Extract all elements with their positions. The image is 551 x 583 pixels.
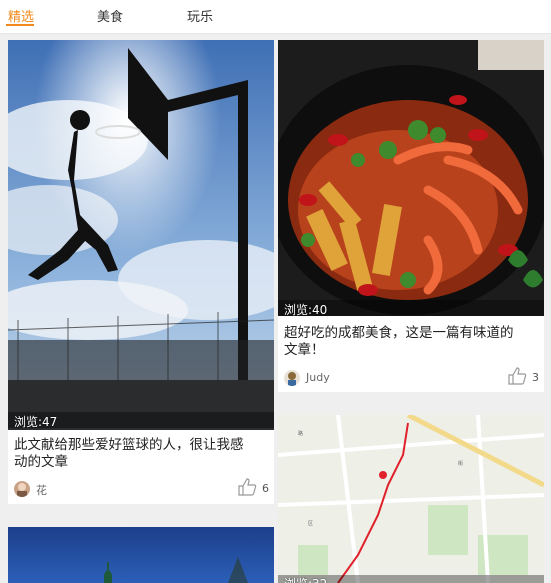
active-tab-indicator: [6, 24, 34, 26]
article-title[interactable]: 超好吃的成都美食，这是一篇有味道的 文章！: [284, 325, 538, 359]
like-count: 6: [262, 482, 269, 495]
like-count: 3: [532, 371, 539, 384]
thumbs-up-icon[interactable]: [507, 366, 527, 386]
article-title-line-2: 文章！: [284, 342, 325, 358]
tab-featured[interactable]: 精选: [8, 6, 34, 25]
street-map-image: 路街区: [278, 415, 544, 583]
svg-text:路: 路: [298, 430, 303, 437]
category-tab-bar: 精选 美食 玩乐: [0, 0, 551, 34]
thumbs-up-icon[interactable]: [237, 477, 257, 497]
avatar[interactable]: [284, 370, 300, 386]
view-count: 浏览:47: [14, 415, 58, 429]
building-night-sky-photo: [8, 527, 274, 583]
article-card-building[interactable]: [8, 527, 274, 583]
article-card-food[interactable]: 浏览:40 超好吃的成都美食，这是一篇有味道的 文章！ Judy 3: [278, 40, 544, 392]
article-title-line-1: 超好吃的成都美食，这是一篇有味道的: [284, 325, 514, 341]
article-title-line-1: 此文献给那些爱好篮球的人，很让我感: [14, 437, 244, 453]
view-count: 浏览:40: [284, 303, 328, 317]
basketball-dunk-photo: [8, 40, 274, 430]
svg-text:区: 区: [308, 521, 313, 527]
article-title-line-2: 动的文章: [14, 454, 68, 470]
article-card-basketball[interactable]: 浏览:47 此文献给那些爱好篮球的人，很让我感 动的文章 花 6: [8, 40, 274, 504]
spicy-shrimp-dish-photo: [278, 40, 544, 316]
tab-fun[interactable]: 玩乐: [187, 6, 213, 25]
article-title[interactable]: 此文献给那些爱好篮球的人，很让我感 动的文章: [14, 437, 268, 471]
view-count: 浏览:32: [284, 575, 327, 583]
article-card-map[interactable]: 路街区 浏览:32: [278, 415, 544, 583]
author-name[interactable]: 花: [36, 482, 47, 498]
svg-text:街: 街: [458, 460, 463, 467]
author-name[interactable]: Judy: [306, 371, 330, 384]
avatar[interactable]: [14, 481, 30, 497]
tab-food[interactable]: 美食: [97, 6, 123, 25]
